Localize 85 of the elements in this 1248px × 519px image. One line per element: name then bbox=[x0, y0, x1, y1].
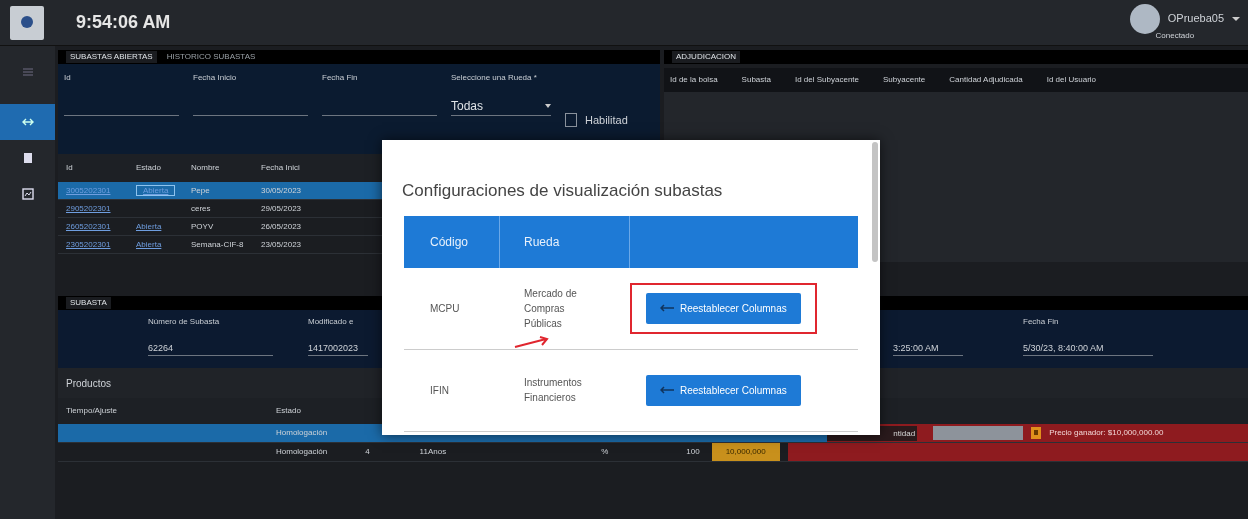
column-header: Id del Subyacente bbox=[794, 74, 859, 86]
field-label: Id bbox=[64, 72, 72, 84]
arrow-left-icon bbox=[660, 386, 674, 394]
slider[interactable] bbox=[933, 426, 1024, 440]
table-cell: 30/05/2023 bbox=[261, 185, 302, 195]
table-link[interactable]: 2605202301 bbox=[66, 221, 111, 231]
column-header: Id del Usuario bbox=[1046, 74, 1096, 86]
checkbox-label: Habilitad bbox=[585, 112, 628, 128]
table-cell-text: IFIN bbox=[429, 383, 450, 398]
field-value: 62264 bbox=[148, 341, 175, 355]
table-cell: ceres bbox=[191, 203, 211, 213]
table-cell-text: Mercado de Compras Públicas bbox=[524, 286, 578, 331]
table-cell-text: Homologación bbox=[275, 446, 328, 458]
field-label: Número de Subasta bbox=[148, 316, 221, 328]
tab[interactable]: ADJUDICACION bbox=[672, 51, 740, 63]
column-header: Id de la bolsa bbox=[670, 74, 718, 86]
select-value: Todas bbox=[451, 98, 484, 115]
tab[interactable]: HISTORICO SUBASTAS bbox=[162, 51, 260, 63]
column-header: Fecha Inici bbox=[261, 163, 300, 172]
arrow-left-icon bbox=[660, 304, 674, 312]
table-cell: 26/05/2023 bbox=[261, 221, 302, 231]
caret-icon bbox=[1232, 15, 1240, 22]
input-field[interactable]: Fecha Inicio bbox=[193, 72, 308, 116]
avatar[interactable] bbox=[1129, 3, 1160, 34]
select-field[interactable]: Seleccione una Rueda * Todas bbox=[451, 72, 551, 116]
reset-columns-button[interactable]: Reestablecer Columnas bbox=[646, 374, 801, 406]
table-cell: Semana-CIF-8 bbox=[191, 239, 244, 249]
amount-cell: 10,000,000 bbox=[711, 443, 780, 461]
table-cell: POYV bbox=[191, 221, 214, 231]
field-label: Fecha Fin bbox=[322, 72, 359, 84]
clock: 9:54:06 AM bbox=[76, 11, 171, 34]
table-cell: 4 bbox=[365, 446, 370, 458]
warning-icon bbox=[1031, 427, 1042, 439]
table-link[interactable]: Abierta bbox=[136, 239, 162, 249]
input-field[interactable]: Fecha Fin bbox=[322, 72, 437, 116]
table-cell: % bbox=[601, 446, 609, 458]
field-label: Fecha Fin bbox=[1023, 316, 1060, 328]
table-cell: 11 bbox=[419, 446, 428, 458]
pointer-arrow-icon bbox=[514, 334, 550, 349]
table-cell: Pepe bbox=[191, 185, 210, 195]
input-field[interactable]: 3:25:00 AM bbox=[893, 316, 963, 356]
tab[interactable]: SUBASTAS ABIERTAS bbox=[66, 51, 157, 63]
input-field[interactable]: Número de Subasta 62264 bbox=[148, 316, 273, 356]
column-header: Subasta bbox=[741, 74, 771, 86]
table-cell-text: MCPU bbox=[429, 301, 461, 316]
field-value: 3:25:00 AM bbox=[893, 341, 940, 355]
checkbox[interactable] bbox=[565, 113, 577, 127]
caret-icon bbox=[545, 104, 551, 108]
column-header: Rueda bbox=[500, 215, 630, 268]
field-value: 5/30/23, 8:40:00 AM bbox=[1023, 341, 1105, 355]
column-header: Id bbox=[66, 163, 73, 172]
user-name[interactable]: OPrueba05 bbox=[1167, 10, 1224, 27]
table-cell: 100 bbox=[686, 446, 700, 458]
column-header: Cantidad Adjudicada bbox=[949, 74, 1023, 86]
table-cell: Anos bbox=[427, 446, 447, 458]
scrollbar[interactable] bbox=[872, 142, 878, 262]
column-header: Subyacente bbox=[883, 74, 926, 86]
input-field[interactable]: Modificado e 1417002023 bbox=[308, 316, 368, 356]
column-header: Estado bbox=[136, 163, 161, 172]
column-header: Estado bbox=[275, 405, 301, 417]
chart-icon bbox=[20, 187, 35, 201]
notice-text: Precio ganador: $10,000,000.00 bbox=[1049, 427, 1164, 439]
field-label: Modificado e bbox=[308, 316, 355, 328]
field-value: 1417002023 bbox=[308, 341, 360, 355]
table-cell: 23/05/2023 bbox=[261, 239, 302, 249]
table-link[interactable]: 2905202301 bbox=[66, 203, 111, 213]
field-label: Fecha Inicio bbox=[193, 72, 238, 84]
input-field[interactable]: Fecha Fin 5/30/23, 8:40:00 AM bbox=[1023, 316, 1153, 356]
tab[interactable]: SUBASTA bbox=[66, 297, 111, 309]
connection-status: Conectado bbox=[1155, 29, 1195, 42]
input-field[interactable]: Id bbox=[64, 72, 179, 116]
logo bbox=[10, 5, 44, 40]
menu-icon bbox=[20, 65, 35, 79]
table-cell-text: Instrumentos Financieros bbox=[524, 376, 583, 405]
table-cell-text: Homologación bbox=[275, 427, 328, 439]
table-link[interactable]: 2305202301 bbox=[66, 239, 111, 249]
column-header: Código bbox=[404, 215, 500, 268]
table-link[interactable]: Abierta bbox=[136, 221, 162, 231]
table-cell: 29/05/2023 bbox=[261, 203, 302, 213]
field-label: Seleccione una Rueda * bbox=[451, 72, 538, 84]
column-header: Nombre bbox=[191, 163, 220, 172]
reset-columns-button[interactable]: Reestablecer Columnas bbox=[646, 292, 801, 324]
table-row[interactable]: Homologación 4 11Anos % 100 10,000,000 bbox=[58, 443, 1248, 462]
section-title: Productos bbox=[66, 376, 112, 391]
column-header: Tiempo/Ajuste bbox=[65, 405, 118, 417]
